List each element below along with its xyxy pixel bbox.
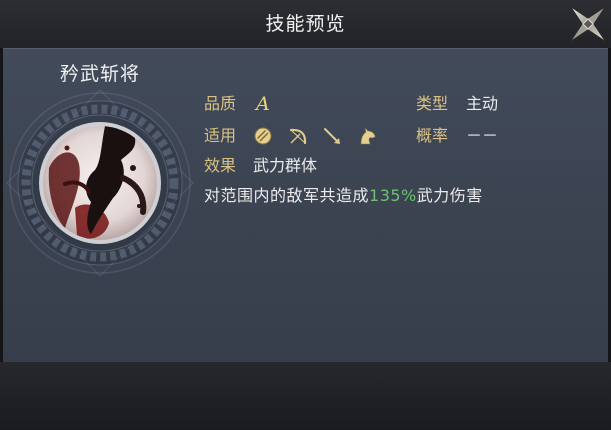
skill-name: 矜武斩将 <box>60 63 141 85</box>
type-value: 主动 <box>466 94 499 113</box>
type-label: 类型 <box>416 94 449 113</box>
description-prefix: 对范围内的敌军共造成 <box>204 186 370 205</box>
skill-emblem-icon <box>6 89 194 277</box>
skill-panel: 矜武斩将 品质 A 类型 主动 适用 概率 －－ 效果 武力群体 对范围内的敌军… <box>3 48 608 362</box>
horse-icon <box>360 127 376 145</box>
close-button[interactable] <box>567 3 609 45</box>
dialog-header: 技能预览 <box>0 0 611 48</box>
close-icon[interactable] <box>567 3 609 45</box>
effect-value: 武力群体 <box>253 156 318 175</box>
effect-label: 效果 <box>204 156 237 175</box>
description-suffix: 武力伤害 <box>416 186 483 205</box>
quality-label: 品质 <box>204 94 237 113</box>
skill-description: 对范围内的敌军共造成135%武力伤害 <box>204 186 483 206</box>
quality-value: A <box>256 93 270 115</box>
applicable-label: 适用 <box>204 126 237 145</box>
footer-bar <box>0 362 611 430</box>
chance-label: 概率 <box>416 126 449 145</box>
spear-icon <box>324 128 340 144</box>
damage-percent: 135% <box>369 186 417 205</box>
bow-icon <box>289 128 307 145</box>
chance-value: －－ <box>466 126 499 145</box>
dialog-title: 技能预览 <box>265 13 346 35</box>
shield-icon <box>254 127 272 145</box>
